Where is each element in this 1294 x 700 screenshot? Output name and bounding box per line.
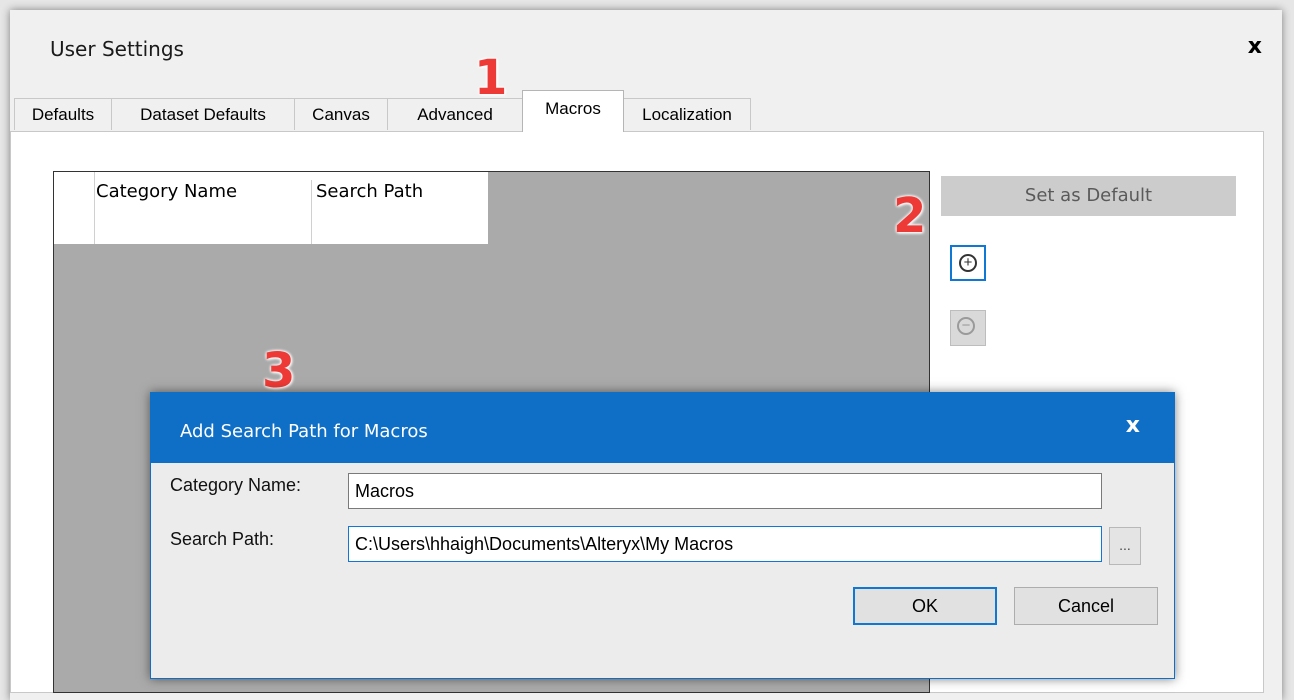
column-header-category-name[interactable]: Category Name — [96, 180, 312, 244]
window-title: User Settings — [50, 37, 184, 61]
grid-header: Category Name Search Path — [54, 172, 488, 244]
tab-localization[interactable]: Localization — [623, 98, 751, 130]
browse-button[interactable]: ... — [1109, 527, 1141, 565]
annotation-3: 3 — [262, 343, 296, 399]
plus-circle-icon: + — [959, 254, 977, 272]
search-path-label: Search Path: — [170, 529, 275, 549]
annotation-1: 1 — [474, 50, 508, 106]
annotation-2: 2 — [893, 188, 927, 244]
tab-macros[interactable]: Macros — [522, 90, 624, 132]
dialog-close-icon[interactable]: x — [1126, 413, 1140, 438]
tab-defaults[interactable]: Defaults — [14, 98, 112, 130]
cancel-button[interactable]: Cancel — [1014, 587, 1158, 625]
tab-dataset-defaults[interactable]: Dataset Defaults — [111, 98, 295, 130]
set-as-default-button[interactable]: Set as Default — [941, 176, 1236, 216]
column-header-search-path[interactable]: Search Path — [316, 180, 486, 244]
tab-canvas[interactable]: Canvas — [294, 98, 388, 130]
add-search-path-dialog: Add Search Path for Macros x Category Na… — [150, 392, 1175, 679]
dialog-title: Add Search Path for Macros — [180, 421, 428, 442]
title-bar: User Settings x — [10, 10, 1282, 90]
row-header-column — [54, 172, 95, 244]
ok-button[interactable]: OK — [853, 587, 997, 625]
minus-circle-icon: − — [957, 317, 975, 335]
category-name-field[interactable] — [348, 473, 1102, 509]
category-name-label: Category Name: — [170, 475, 302, 495]
dialog-title-bar: Add Search Path for Macros x — [151, 393, 1174, 463]
close-icon[interactable]: x — [1248, 34, 1262, 59]
add-path-button[interactable]: + — [950, 245, 986, 281]
remove-path-button[interactable]: − — [950, 310, 986, 346]
search-path-field[interactable] — [348, 526, 1102, 562]
